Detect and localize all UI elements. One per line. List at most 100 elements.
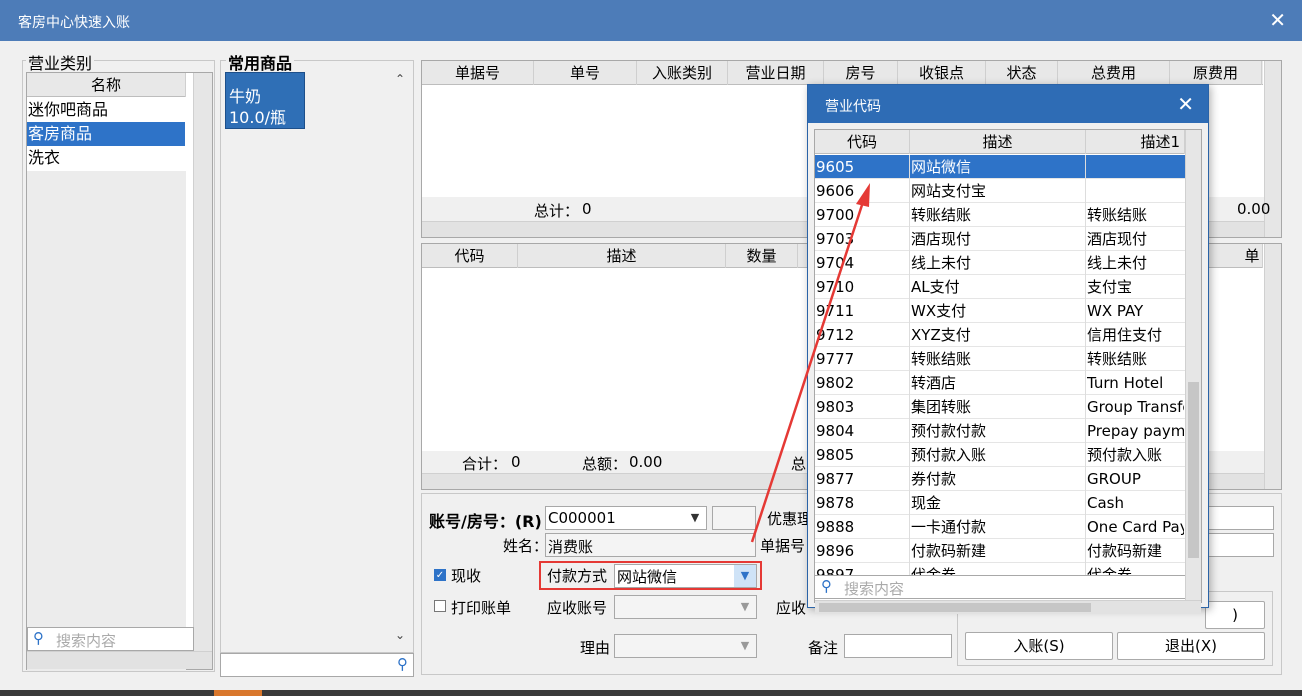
goods-search-input[interactable]: ⚲ xyxy=(220,653,414,677)
category-items: 迷你吧商品 客房商品 洗衣 xyxy=(27,98,186,172)
column-header-code: 代码 xyxy=(815,130,910,154)
close-icon[interactable]: ✕ xyxy=(1177,92,1194,116)
dialog-cell-desc1: 线上未付 xyxy=(1087,254,1148,272)
search-icon: ⚲ xyxy=(397,655,408,673)
column-divider xyxy=(1085,443,1086,467)
column-divider xyxy=(1085,515,1086,539)
category-empty-area xyxy=(27,171,186,671)
dialog-row[interactable]: 9704 线上未付 线上未付 xyxy=(815,251,1185,275)
category-item[interactable]: 客房商品 xyxy=(27,122,185,146)
bills-column-header[interactable]: 单号 xyxy=(534,61,637,85)
dialog-row[interactable]: 9804 预付款付款 Prepay payment xyxy=(815,419,1185,443)
column-divider xyxy=(1085,251,1086,275)
dialog-row[interactable]: 9896 付款码新建 付款码新建 xyxy=(815,539,1185,563)
column-divider xyxy=(909,179,910,203)
items-column-header[interactable]: 数量 xyxy=(726,244,798,268)
category-search-input[interactable]: ⚲ 搜索内容 xyxy=(27,627,194,651)
print-checkbox[interactable] xyxy=(434,600,446,612)
dialog-row[interactable]: 9877 券付款 GROUP xyxy=(815,467,1185,491)
bills-column-header[interactable]: 房号 xyxy=(824,61,898,85)
dialog-row[interactable]: 9805 预付款入账 预付款入账 xyxy=(815,443,1185,467)
bills-column-header[interactable]: 入账类别 xyxy=(637,61,728,85)
receivable2-label: 应收 xyxy=(776,599,807,617)
goods-scroll-up-icon[interactable]: ⌃ xyxy=(395,72,405,86)
dialog-row[interactable]: 9606 网站支付宝 xyxy=(815,179,1185,203)
bills-column-header[interactable]: 状态 xyxy=(986,61,1058,85)
bills-column-header[interactable]: 营业日期 xyxy=(728,61,824,85)
dialog-hscroll-thumb[interactable] xyxy=(819,603,1091,612)
dialog-row[interactable]: 9803 集团转账 Group Transfer xyxy=(815,395,1185,419)
bills-column-header[interactable]: 总费用 xyxy=(1058,61,1170,85)
account-combo[interactable]: C000001 ▼ xyxy=(545,506,707,530)
bills-column-header[interactable]: 原费用 xyxy=(1170,61,1262,85)
reason-combo[interactable]: ▼ xyxy=(614,634,757,658)
dialog-row[interactable]: 9802 转酒店 Turn Hotel xyxy=(815,371,1185,395)
dialog-table-header: 代码 描述 描述1 xyxy=(815,130,1185,154)
category-hscrollbar[interactable] xyxy=(27,651,212,669)
dialog-row[interactable]: 9888 一卡通付款 One Card Pay xyxy=(815,515,1185,539)
chevron-down-icon[interactable]: ▼ xyxy=(734,596,756,618)
close-icon[interactable]: ✕ xyxy=(1269,8,1286,32)
dialog-row[interactable]: 9878 现金 Cash xyxy=(815,491,1185,515)
top-partial-button[interactable]: ) xyxy=(1205,601,1265,629)
items-column-header[interactable]: 描述 xyxy=(518,244,726,268)
right-field-2[interactable] xyxy=(1207,533,1274,557)
category-scrollbar[interactable] xyxy=(193,73,212,651)
dialog-cell-desc1: 转账结账 xyxy=(1087,206,1148,224)
column-divider xyxy=(1085,491,1086,515)
chevron-down-icon[interactable]: ▼ xyxy=(684,507,706,529)
column-divider xyxy=(909,467,910,491)
dialog-cell-code: 9896 xyxy=(816,542,855,560)
dialog-row[interactable]: 9777 转账结账 转账结账 xyxy=(815,347,1185,371)
dialog-scroll-thumb[interactable] xyxy=(1188,382,1199,558)
dialog-cell-desc1: Group Transfer xyxy=(1087,398,1184,416)
dialog-cell-desc: 代金券 xyxy=(911,566,957,575)
items-scrollbar[interactable] xyxy=(1264,244,1281,489)
category-item[interactable]: 迷你吧商品 xyxy=(27,98,185,122)
dialog-cell-code: 9704 xyxy=(816,254,855,272)
dialog-hscrollbar[interactable] xyxy=(815,600,1201,614)
dialog-cell-desc1: GROUP xyxy=(1087,470,1141,488)
dialog-search-input[interactable]: ⚲ 搜索内容 xyxy=(815,575,1185,599)
goods-tile[interactable]: 牛奶 10.0/瓶 xyxy=(225,72,305,129)
right-field-1[interactable] xyxy=(1207,506,1274,530)
post-button[interactable]: 入账(S) xyxy=(965,632,1113,660)
post-button-label: 入账(S) xyxy=(1013,637,1065,655)
column-divider xyxy=(909,395,910,419)
receivable-label: 应收账号 xyxy=(547,599,608,617)
remark-input[interactable] xyxy=(844,634,952,658)
dialog-row[interactable]: 9710 AL支付 支付宝 xyxy=(815,275,1185,299)
dialog-row[interactable]: 9712 XYZ支付 信用住支付 xyxy=(815,323,1185,347)
dialog-cell-desc: 转账结账 xyxy=(911,350,972,368)
dialog-cell-code: 9777 xyxy=(816,350,855,368)
account-value: C000001 xyxy=(548,509,616,527)
column-divider xyxy=(1085,563,1086,575)
pay-method-combo[interactable]: 网站微信 ▼ xyxy=(614,564,757,588)
dialog-cell-code: 9712 xyxy=(816,326,855,344)
items-amount-label: 总额： xyxy=(582,455,628,473)
goods-scroll-down-icon[interactable]: ⌄ xyxy=(395,628,405,642)
items-column-header[interactable]: 单 xyxy=(1242,244,1263,268)
items-column-header[interactable]: 代码 xyxy=(422,244,518,268)
category-item[interactable]: 洗衣 xyxy=(27,146,185,170)
dialog-row[interactable]: 9700 转账结账 转账结账 xyxy=(815,203,1185,227)
dialog-row[interactable]: 9605 网站微信 xyxy=(815,155,1185,179)
column-divider xyxy=(909,203,910,227)
dialog-cell-desc1: WX PAY xyxy=(1087,302,1144,320)
column-divider xyxy=(909,563,910,575)
dialog-cell-desc: 酒店现付 xyxy=(911,230,972,248)
dialog-row[interactable]: 9703 酒店现付 酒店现付 xyxy=(815,227,1185,251)
cash-checkbox[interactable]: ✓ xyxy=(434,569,446,581)
top-partial-button-label: ) xyxy=(1232,606,1238,624)
chevron-down-icon[interactable]: ▼ xyxy=(734,635,756,657)
bills-column-header[interactable]: 单据号 xyxy=(422,61,534,85)
exit-button[interactable]: 退出(X) xyxy=(1117,632,1265,660)
dialog-row[interactable]: 9897 代金券 代金券 xyxy=(815,563,1185,575)
dialog-scrollbar[interactable] xyxy=(1185,130,1201,602)
bills-column-header[interactable]: 收银点 xyxy=(898,61,986,85)
chevron-down-icon[interactable]: ▼ xyxy=(734,565,756,587)
dialog-cell-desc: 券付款 xyxy=(911,470,957,488)
dialog-row[interactable]: 9711 WX支付 WX PAY xyxy=(815,299,1185,323)
dialog-titlebar: 营业代码 ✕ xyxy=(808,85,1208,123)
receivable-combo[interactable]: ▼ xyxy=(614,595,757,619)
